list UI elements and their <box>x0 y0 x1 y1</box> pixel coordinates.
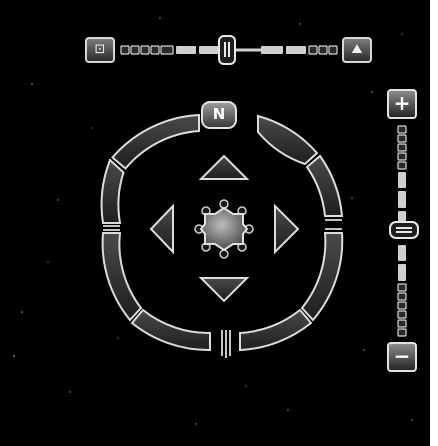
zoom-out-button[interactable]: − <box>387 342 417 372</box>
pan-center-handle[interactable] <box>194 199 254 259</box>
pan-right-arrow[interactable] <box>274 203 300 255</box>
compass-north-label: N <box>212 105 226 123</box>
compass-segment-wnw[interactable] <box>100 158 125 224</box>
compass-segment-wsw[interactable] <box>101 232 143 322</box>
compass-segment-nne[interactable] <box>257 114 319 166</box>
compass-segment-sse[interactable] <box>239 308 313 352</box>
compass-segment-ssw[interactable] <box>130 308 211 352</box>
compass-segment-ene[interactable] <box>305 154 344 217</box>
pan-down-arrow[interactable] <box>198 277 250 303</box>
compass-segment-nnw[interactable] <box>111 113 200 170</box>
compass-segment-ese[interactable] <box>300 232 344 322</box>
compass-ring <box>100 113 344 358</box>
map-viewport[interactable]: ⊡ ⛰ N + − <box>0 0 430 446</box>
compass-north-button[interactable]: N <box>201 101 237 129</box>
pan-left-arrow[interactable] <box>149 203 174 255</box>
minus-icon: − <box>393 344 411 368</box>
zoom-in-button[interactable]: + <box>387 89 417 119</box>
zoom-slider-thumb[interactable] <box>389 221 419 239</box>
pan-up-arrow[interactable] <box>198 154 250 180</box>
plus-icon: + <box>393 91 411 115</box>
